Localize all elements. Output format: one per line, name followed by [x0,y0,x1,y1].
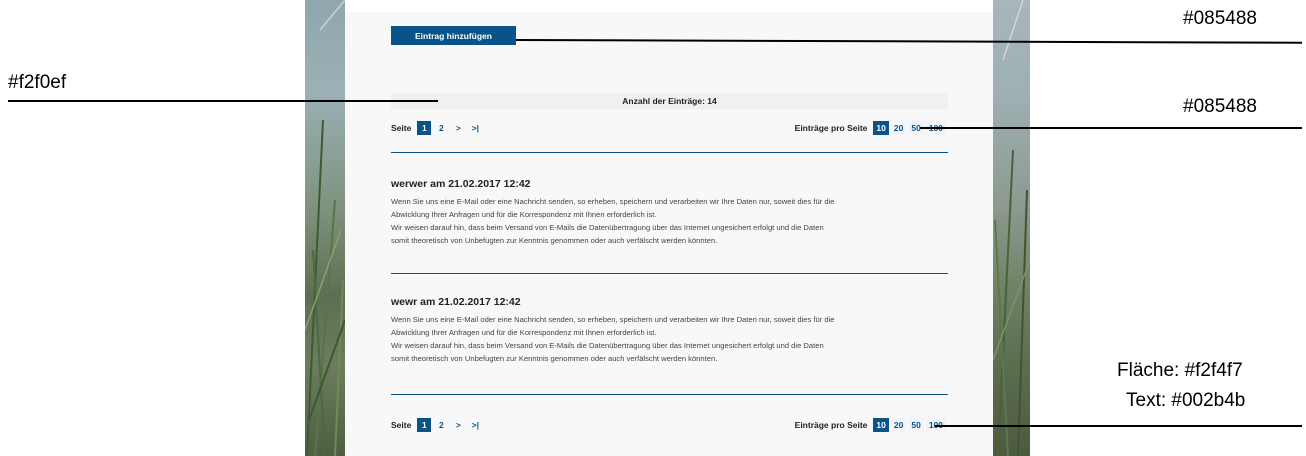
per-page-selector: Einträge pro Seite 10 20 50 100 [795,418,948,432]
per-page-20[interactable]: 20 [890,121,907,135]
background-photo-right [993,0,1030,456]
grass-illustration-right [993,0,1030,456]
annotation-line-bar [8,100,438,102]
divider [391,394,948,395]
page-navigation: Seite 1 2 > >| [391,418,485,432]
annotation-bar-color: #f2f0ef [8,72,67,93]
next-page-link[interactable]: > [451,418,465,432]
pager-bottom: Seite 1 2 > >| Einträge pro Seite 10 20 … [391,418,948,432]
add-entry-button[interactable]: Eintrag hinzufügen [391,26,516,45]
pager-top: Seite 1 2 > >| Einträge pro Seite 10 20 … [391,121,948,135]
guestbook-entry: wewr am 21.02.2017 12:42 Wenn Sie uns ei… [391,296,961,365]
annotation-button-color: #085488 [1183,8,1257,29]
annotation-surface-color: Fläche: #f2f4f7 [1117,360,1243,381]
per-page-10[interactable]: 10 [873,121,889,135]
divider [391,273,948,274]
entry-count-bar: Anzahl der Einträge: 14 [391,93,948,109]
entry-text-line: Abwicklung Ihrer Anfragen und für die Ko… [391,210,657,219]
per-page-10[interactable]: 10 [873,418,889,432]
annotation-pager-color: #085488 [1183,96,1257,117]
next-page-link[interactable]: > [451,121,465,135]
page-label: Seite [391,123,412,133]
entry-text-line: Wenn Sie uns eine E-Mail oder eine Nachr… [391,197,835,206]
entry-text-line: somit theoretisch von Unbefugten zur Ken… [391,354,718,363]
page-link-1[interactable]: 1 [417,418,432,432]
page-navigation: Seite 1 2 > >| [391,121,485,135]
entry-title: wewr am 21.02.2017 12:42 [391,296,521,308]
entry-text-line: somit theoretisch von Unbefugten zur Ken… [391,236,718,245]
entry-text-line: Wir weisen darauf hin, dass beim Versand… [391,223,824,232]
per-page-50[interactable]: 50 [908,418,924,432]
entry-text-line: Wir weisen darauf hin, dass beim Versand… [391,341,824,350]
page-link-2[interactable]: 2 [434,418,448,432]
per-page-label: Einträge pro Seite [794,420,868,430]
page-link-2[interactable]: 2 [434,121,448,135]
grass-illustration-left [305,0,345,456]
per-page-label: Einträge pro Seite [794,123,868,133]
entry-text-line: Wenn Sie uns eine E-Mail oder eine Nachr… [391,315,835,324]
page-link-1[interactable]: 1 [417,121,432,135]
last-page-link[interactable]: >| [468,121,482,135]
background-photo-left [305,0,345,456]
guestbook-entry: werwer am 21.02.2017 12:42 Wenn Sie uns … [391,178,961,247]
divider [391,152,948,153]
annotation-text-color: Text: #002b4b [1126,390,1246,411]
annotation-line-pager [920,127,1302,129]
per-page-20[interactable]: 20 [890,418,907,432]
entry-text-line: Abwicklung Ihrer Anfragen und für die Ko… [391,328,657,337]
entry-title: werwer am 21.02.2017 12:42 [391,178,531,190]
annotation-line-pager-bottom [935,425,1302,427]
last-page-link[interactable]: >| [468,418,482,432]
page-label: Seite [391,420,412,430]
